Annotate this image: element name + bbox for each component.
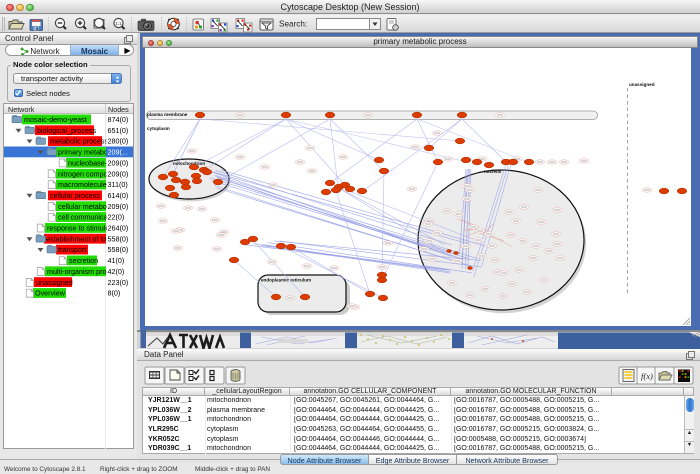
svg-text:transport: transport [58, 245, 86, 254]
svg-text:Search:: Search: [279, 20, 307, 29]
svg-text:mosaic-demo-yeast: mosaic-demo-yeast [24, 115, 87, 124]
svg-text:209(0): 209(0) [108, 158, 129, 167]
svg-text:614(0): 614(0) [108, 191, 129, 200]
svg-text:42(0): 42(0) [108, 266, 125, 275]
svg-text:nucleus: nucleus [484, 169, 502, 174]
svg-text:264(0): 264(0) [108, 223, 129, 232]
svg-text:f(x): f(x) [641, 371, 653, 381]
svg-text:metabolic process: metabolic process [50, 136, 108, 145]
svg-text:209(...: 209(... [108, 147, 128, 156]
svg-text:unassigned: unassigned [629, 82, 655, 87]
svg-text:macromolecule: macromolecule [58, 180, 107, 189]
svg-text:nitrogen compo: nitrogen compo [58, 169, 108, 178]
svg-text:nucleobase-: nucleobase- [68, 158, 108, 167]
svg-text:558(0): 558(0) [108, 245, 129, 254]
svg-text:8(0): 8(0) [108, 288, 121, 297]
svg-text:874(0): 874(0) [108, 115, 129, 124]
svg-text:cellular metabo: cellular metabo [58, 201, 107, 210]
svg-text:558(0): 558(0) [108, 234, 129, 243]
svg-text:biological_process: biological_process [37, 125, 97, 134]
svg-text:280(0): 280(0) [108, 136, 129, 145]
svg-text:223(0): 223(0) [108, 277, 129, 286]
svg-text:multi-organism pro: multi-organism pro [47, 266, 107, 275]
svg-text:cellular process: cellular process [50, 191, 100, 200]
svg-text:41(0): 41(0) [108, 256, 125, 265]
svg-text:response to stimulu: response to stimulu [47, 223, 109, 232]
svg-text:209(0): 209(0) [108, 169, 129, 178]
svg-text:establishment of lo: establishment of lo [46, 234, 106, 243]
svg-text:22(0): 22(0) [108, 212, 125, 221]
svg-text:cell communicat: cell communicat [58, 212, 110, 221]
svg-text:plasma membrane: plasma membrane [147, 112, 188, 117]
svg-text:Overview: Overview [35, 288, 66, 297]
svg-text:mitochondrion: mitochondrion [173, 161, 205, 166]
svg-text:unassigned: unassigned [36, 277, 73, 286]
svg-text:secretion: secretion [69, 256, 98, 265]
svg-text:651(0): 651(0) [108, 125, 129, 134]
svg-text:cytoplasm: cytoplasm [147, 126, 170, 131]
svg-text:311(0): 311(0) [108, 180, 128, 189]
svg-text:primary metabo: primary metabo [58, 147, 108, 156]
svg-text:1:1: 1:1 [115, 21, 122, 26]
svg-text:209(0): 209(0) [108, 201, 129, 210]
svg-text:endoplasmic reticulum: endoplasmic reticulum [261, 278, 311, 283]
